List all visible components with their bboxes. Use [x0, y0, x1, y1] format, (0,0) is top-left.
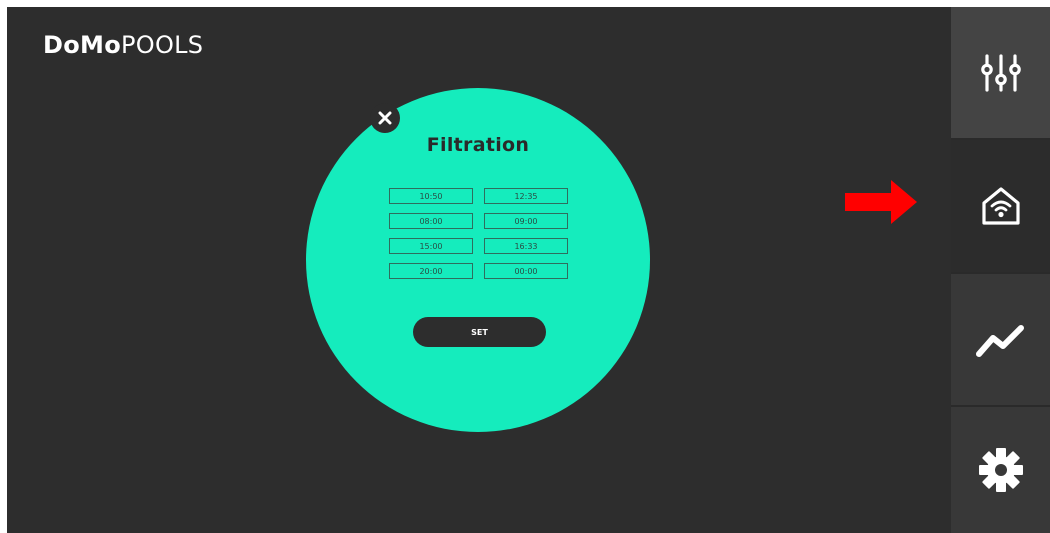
- end-time-field-2[interactable]: 09:00: [484, 213, 568, 229]
- start-time-field-4[interactable]: 20:00: [389, 263, 473, 279]
- trend-chart-icon: [975, 324, 1024, 357]
- sliders-icon: [980, 53, 1021, 92]
- end-time-field-1[interactable]: 12:35: [484, 188, 568, 204]
- start-time-field-3[interactable]: 15:00: [389, 238, 473, 254]
- sidebar-item-stats[interactable]: [951, 274, 1050, 405]
- end-time-field-4[interactable]: 00:00: [484, 263, 568, 279]
- sidebar-item-home[interactable]: [951, 140, 1050, 272]
- sidebar: [951, 7, 1050, 533]
- home-wifi-icon: [981, 187, 1020, 225]
- brand-logo: DoMoPOOLS: [43, 31, 203, 59]
- start-time-field-1[interactable]: 10:50: [389, 188, 473, 204]
- right-arrow-icon: [845, 180, 917, 224]
- sidebar-item-controls[interactable]: [951, 7, 1050, 138]
- brand-logo-bold: DoMo: [43, 31, 121, 59]
- close-button[interactable]: [370, 103, 400, 133]
- close-icon: [378, 111, 392, 125]
- modal-title: Filtration: [426, 134, 530, 156]
- set-button[interactable]: SET: [413, 317, 546, 347]
- sidebar-item-settings[interactable]: [951, 407, 1050, 533]
- gear-icon: [978, 448, 1023, 492]
- end-time-field-3[interactable]: 16:33: [484, 238, 568, 254]
- start-time-field-2[interactable]: 08:00: [389, 213, 473, 229]
- app-screen: DoMoPOOLS Filtration 10:50 12:35 08:00 0…: [7, 7, 1050, 533]
- brand-logo-light: POOLS: [120, 31, 204, 59]
